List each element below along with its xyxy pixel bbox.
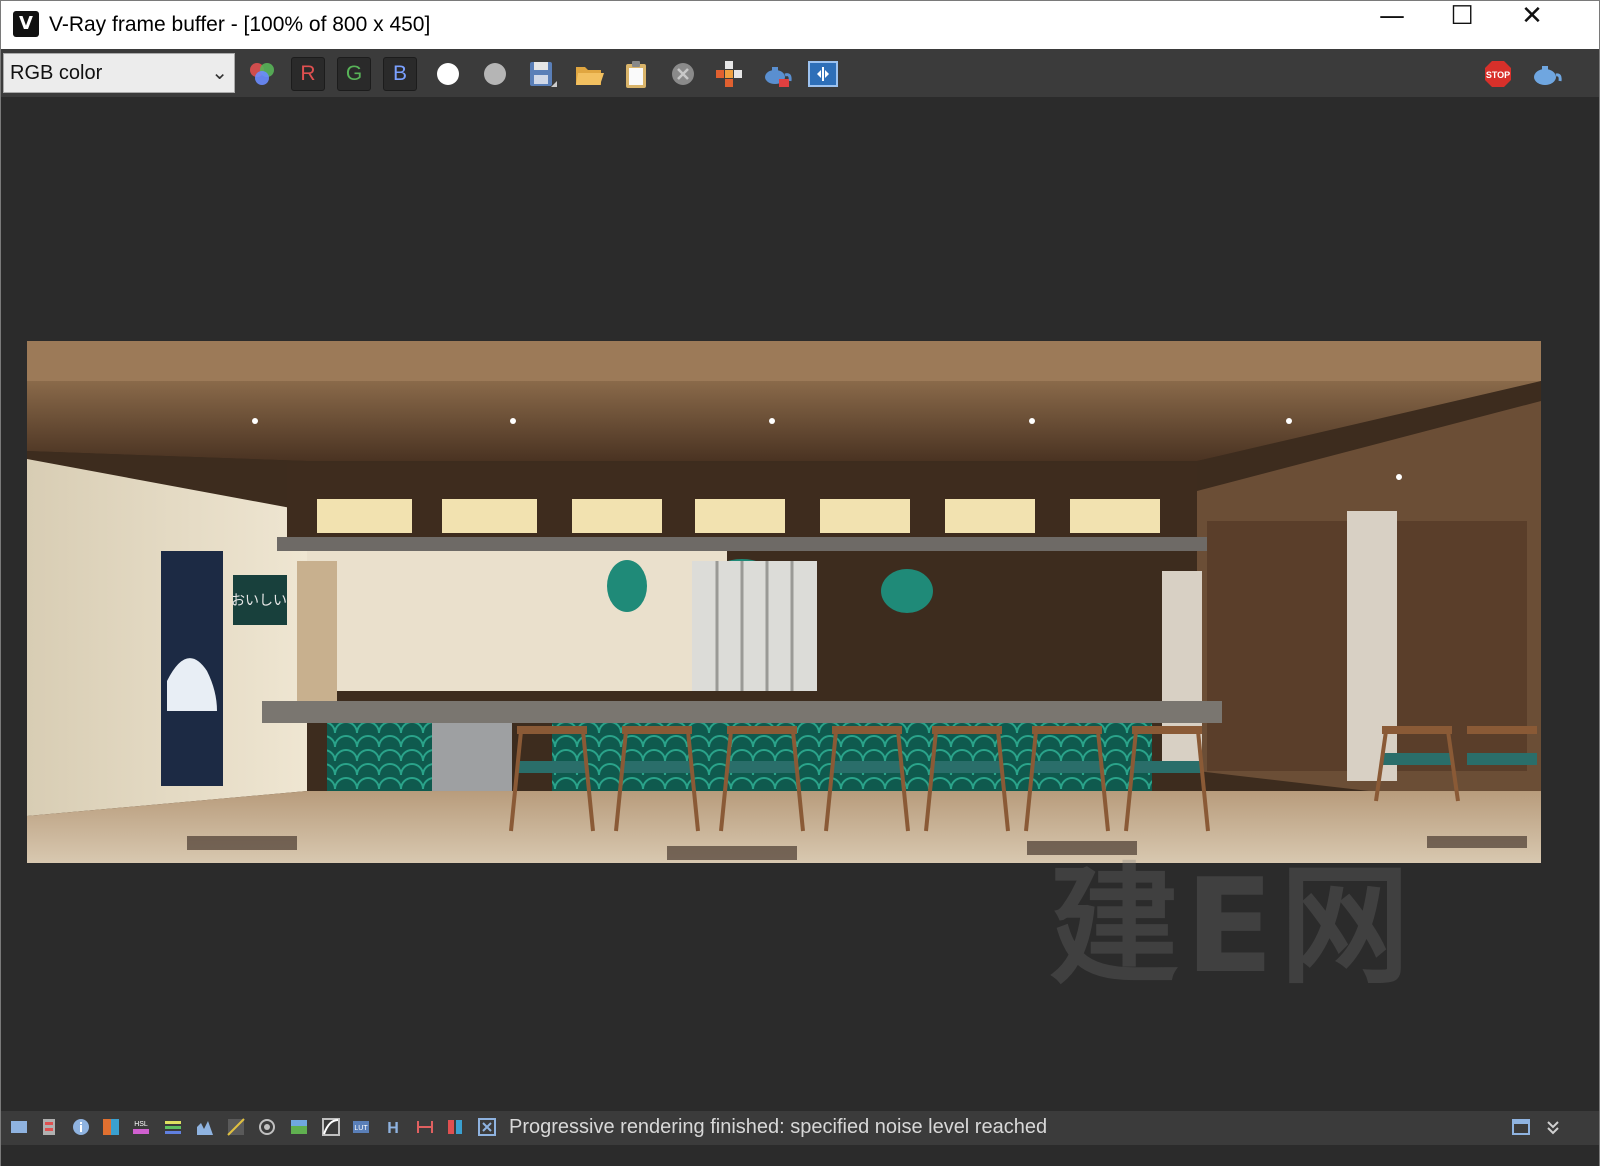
vray-logo-icon: V <box>13 11 39 37</box>
h-icon[interactable]: H <box>383 1117 403 1137</box>
white-dot-icon[interactable] <box>431 57 465 91</box>
stereo-icon[interactable] <box>445 1117 465 1137</box>
color-correction-icon[interactable] <box>101 1117 121 1137</box>
chevron-down-icon: ⌄ <box>211 60 228 84</box>
exposure-icon[interactable] <box>257 1117 277 1137</box>
stop-icon-label: STOP <box>1486 70 1510 80</box>
hsl-icon[interactable]: HSL <box>131 1117 151 1137</box>
save-icon[interactable] <box>525 57 559 91</box>
red-channel-button[interactable]: R <box>291 57 325 91</box>
background-image-icon[interactable] <box>289 1117 309 1137</box>
color-channels-icon[interactable] <box>245 57 279 91</box>
curves-icon[interactable] <box>321 1117 341 1137</box>
toolbar <box>1 49 1599 97</box>
channel-select[interactable]: RGB color ⌄ <box>3 53 235 93</box>
region-icon[interactable] <box>712 57 746 91</box>
lens-effects-icon[interactable] <box>415 1117 435 1137</box>
history-icon[interactable] <box>9 1117 29 1137</box>
maximize-button[interactable]: ☐ <box>1427 1 1497 49</box>
vfb-window: V V-Ray frame buffer - [100% of 800 x 45… <box>0 0 1600 1166</box>
svg-text:HSL: HSL <box>134 1121 148 1128</box>
lut-icon[interactable]: LUT <box>351 1117 371 1137</box>
clipboard-icon[interactable] <box>619 57 653 91</box>
sign-text: おいしい <box>231 593 287 609</box>
window-title: V-Ray frame buffer - [100% of 800 x 450] <box>49 13 431 36</box>
rendered-image: おいしい <box>27 341 1541 863</box>
info-icon[interactable] <box>71 1117 91 1137</box>
stop-icon[interactable]: STOP <box>1481 57 1515 91</box>
minimize-button[interactable]: — <box>1357 1 1427 49</box>
svg-text:H: H <box>387 1120 399 1137</box>
channel-select-value: RGB color <box>10 62 103 84</box>
clear-icon[interactable] <box>666 57 700 91</box>
green-channel-button[interactable]: G <box>337 57 371 91</box>
pixel-info-icon[interactable] <box>477 1117 497 1137</box>
close-button[interactable]: ✕ <box>1497 1 1567 49</box>
histogram-icon[interactable] <box>195 1117 215 1137</box>
svg-text:LUT: LUT <box>354 1125 368 1132</box>
blue-channel-button[interactable]: B <box>383 57 417 91</box>
title-bar: V V-Ray frame buffer - [100% of 800 x 45… <box>1 1 1599 49</box>
compare-icon[interactable] <box>806 57 840 91</box>
curve-icon[interactable] <box>226 1117 246 1137</box>
levels-icon[interactable] <box>163 1117 183 1137</box>
expand-down-icon[interactable] <box>1543 1117 1563 1137</box>
open-folder-icon[interactable] <box>572 57 606 91</box>
watermark: 建E网 <box>1049 850 1416 1002</box>
gray-dot-icon[interactable] <box>478 57 512 91</box>
render-teapot-icon[interactable] <box>1528 57 1562 91</box>
film-strip-icon[interactable] <box>39 1117 59 1137</box>
status-message: Progressive rendering finished: specifie… <box>509 1116 1048 1138</box>
bottom-border <box>1 1145 1599 1166</box>
teapot-icon[interactable] <box>759 57 793 91</box>
panel-toggle-icon[interactable] <box>1511 1117 1531 1137</box>
